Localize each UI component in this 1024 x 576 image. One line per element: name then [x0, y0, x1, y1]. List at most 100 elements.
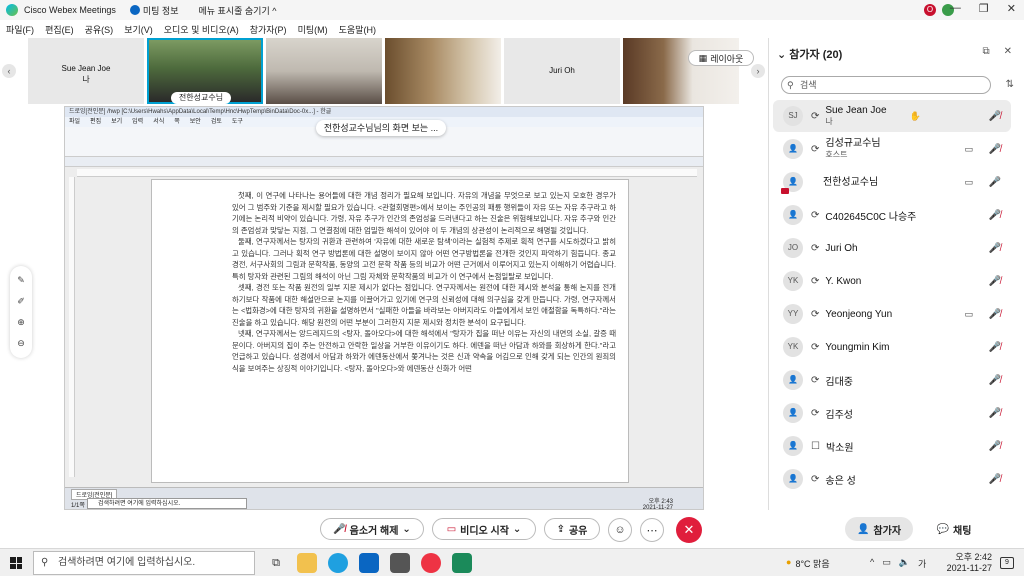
end-meeting-button[interactable]: ✕	[676, 517, 702, 543]
participant-name: Juri Oh	[825, 242, 858, 254]
video-tile-juri-oh[interactable]: Juri Oh	[504, 38, 620, 104]
weather-widget[interactable]: ● 8°C 맑음	[786, 557, 830, 570]
video-tile-self[interactable]: Sue Jean Joe 나	[28, 38, 144, 104]
participant-row[interactable]: YY ⟳ Yeonjeong Yun ▭ 🎤̸	[773, 298, 1011, 330]
volume-icon[interactable]: 🔈	[899, 557, 910, 570]
participant-row[interactable]: JO ⟳ Juri Oh 🎤̸	[773, 232, 1011, 264]
minimize-button[interactable]: —	[950, 2, 961, 15]
video-tile[interactable]	[385, 38, 501, 104]
hwp-menu-item: 편집	[90, 119, 102, 125]
participant-row[interactable]: 👤 ⟳ 김대중 🎤̸	[773, 364, 1011, 396]
store-icon[interactable]	[390, 553, 410, 573]
document-page: 첫째, 이 연구에 나타나는 용어들에 대한 개념 정리가 필요해 보입니다. …	[151, 179, 629, 483]
participant-row[interactable]: 👤 ⟳ C402645C0C 나승주 🎤̸	[773, 199, 1011, 231]
participant-row[interactable]: YK ⟳ Y. Kwon 🎤̸	[773, 265, 1011, 297]
close-panel-icon[interactable]: ✕	[1004, 46, 1012, 57]
ime-indicator[interactable]: 가	[918, 557, 926, 570]
chat-button[interactable]: 💬 채팅	[924, 517, 984, 541]
notification-icon[interactable]: 9	[1000, 557, 1014, 569]
avatar: 👤	[783, 205, 803, 225]
participant-row[interactable]: 👤 ⟳ 김성규교수님 호스트 ▭ 🎤̸	[773, 133, 1011, 165]
hwp-status-bar: 드로잉[전인문] 1/1쪽 1단 1/1 구역 검색하려면 여기에 입력하십시오…	[65, 487, 703, 511]
annotate-icon[interactable]: ✎	[17, 275, 25, 286]
chevron-up-icon[interactable]: ^	[870, 557, 874, 570]
menu-view[interactable]: 보기(V)	[124, 23, 153, 36]
mic-muted-icon[interactable]: 🎤̸	[989, 276, 1001, 287]
strip-prev-button[interactable]: ‹	[2, 64, 16, 78]
participant-row[interactable]: 👤 ⟳ 송은 성 🎤̸	[773, 463, 1011, 495]
video-tile[interactable]	[623, 38, 739, 104]
search-placeholder: 검색	[800, 80, 817, 90]
strip-next-button[interactable]: ›	[751, 64, 765, 78]
participant-row[interactable]: 👤 ⟳ 김주성 🎤̸	[773, 397, 1011, 429]
mic-muted-icon[interactable]: 🎤̸	[989, 474, 1001, 485]
reactions-button[interactable]: ☺	[608, 518, 632, 542]
hwp-menu-item: 쪽	[174, 119, 180, 125]
shared-taskbar-search: 검색하려면 여기에 입력하십시오.	[87, 498, 247, 509]
start-video-button[interactable]: ▭ 비디오 시작 ⌄	[432, 518, 536, 540]
phone-icon: ☐	[811, 440, 820, 452]
menu-bar: 파일(F) 편집(E) 공유(S) 보기(V) 오디오 및 비디오(A) 참가자…	[0, 20, 768, 38]
file-explorer-icon[interactable]	[297, 553, 317, 573]
mic-on-icon[interactable]: 🎤	[989, 177, 1001, 188]
mic-muted-icon[interactable]: 🎤̸	[989, 111, 1001, 122]
windows-taskbar: ⚲ 검색하려면 여기에 입력하십시오. ⧉ ● 8°C 맑음 ^ ▭ 🔈 가 오…	[0, 548, 1024, 576]
audio-connected-icon: ⟳	[811, 209, 820, 221]
annotation-toolbar: ✎ ✐ ⊕ ⊖	[10, 266, 32, 358]
share-source-label[interactable]: 전한성교수님님의 화면 보는 ...	[316, 120, 446, 136]
mic-muted-icon[interactable]: 🎤̸	[989, 342, 1001, 353]
unmute-button[interactable]: 🎤̸ 음소거 해제 ⌄	[320, 518, 424, 540]
system-tray: ^ ▭ 🔈 가	[870, 557, 926, 570]
task-view-icon[interactable]: ⧉	[266, 553, 286, 573]
mic-muted-icon[interactable]: 🎤̸	[989, 243, 1001, 254]
webex-app-icon[interactable]	[452, 553, 472, 573]
video-tile-active-speaker[interactable]: 전한성교수님	[147, 38, 263, 104]
participants-button[interactable]: 👤 참가자	[845, 517, 913, 541]
mail-icon[interactable]	[359, 553, 379, 573]
participant-row[interactable]: 👤 ☐ 박소원 🎤̸	[773, 430, 1011, 462]
restore-button[interactable]: ❐	[979, 2, 989, 15]
avatar: 👤	[781, 172, 803, 194]
mic-muted-icon[interactable]: 🎤̸	[989, 441, 1001, 452]
participant-row[interactable]: 👤 전한성교수님 ▭ 🎤	[773, 166, 1011, 198]
edge-icon[interactable]	[328, 553, 348, 573]
zoom-in-icon[interactable]: ⊕	[17, 317, 25, 328]
zoom-out-icon[interactable]: ⊖	[17, 338, 25, 349]
menu-participant[interactable]: 참가자(P)	[250, 23, 287, 36]
menu-edit[interactable]: 편집(E)	[45, 23, 74, 36]
user-avatar[interactable]: O	[924, 4, 936, 16]
menu-audio-video[interactable]: 오디오 및 비디오(A)	[164, 23, 239, 36]
raise-hand-icon[interactable]: ✋	[910, 111, 921, 122]
meeting-info-button[interactable]: 미팅 정보	[129, 4, 179, 17]
close-button[interactable]: ✕	[1007, 2, 1016, 15]
mic-muted-icon[interactable]: 🎤̸	[989, 408, 1001, 419]
collapse-chevron-icon[interactable]: ⌄	[777, 49, 786, 61]
menu-file[interactable]: 파일(F)	[6, 23, 34, 36]
video-tile[interactable]	[266, 38, 382, 104]
menu-share[interactable]: 공유(S)	[85, 23, 114, 36]
start-button[interactable]	[10, 557, 22, 569]
participant-row[interactable]: SJ ⟳ Sue Jean Joe 나 ✋ 🎤̸	[773, 100, 1011, 132]
mic-muted-icon[interactable]: 🎤̸	[989, 375, 1001, 386]
chevron-down-icon[interactable]: ⌄	[513, 524, 521, 535]
mic-muted-icon[interactable]: 🎤̸	[989, 144, 1001, 155]
layout-button[interactable]: ▦ 레이아웃	[688, 50, 754, 66]
popout-icon[interactable]: ⧉	[982, 46, 989, 57]
mic-muted-icon[interactable]: 🎤̸	[989, 210, 1001, 221]
share-button[interactable]: ⇪ 공유	[544, 518, 600, 540]
menu-help[interactable]: 도움말(H)	[339, 23, 376, 36]
chrome-icon[interactable]	[421, 553, 441, 573]
participant-search-input[interactable]: ⚲ 검색	[781, 76, 991, 94]
network-icon[interactable]: ▭	[882, 557, 891, 570]
sort-icon[interactable]: ⇅	[1006, 79, 1014, 90]
taskbar-search-input[interactable]: ⚲ 검색하려면 여기에 입력하십시오.	[33, 551, 255, 575]
mic-muted-icon[interactable]: 🎤̸	[989, 309, 1001, 320]
taskbar-clock[interactable]: 오후 2:42 2021-11-27	[944, 552, 992, 574]
chevron-down-icon[interactable]: ⌄	[402, 524, 410, 535]
pen-icon[interactable]: ✐	[17, 296, 25, 307]
menu-meeting[interactable]: 미팅(M)	[298, 23, 328, 36]
hide-menu-bar-button[interactable]: 메뉴 표시줄 숨기기 ^	[199, 4, 277, 17]
participant-row[interactable]: YK ⟳ Youngmin Kim 🎤̸	[773, 331, 1011, 363]
presenter-badge-icon	[781, 188, 789, 194]
more-options-button[interactable]: ⋯	[640, 518, 664, 542]
